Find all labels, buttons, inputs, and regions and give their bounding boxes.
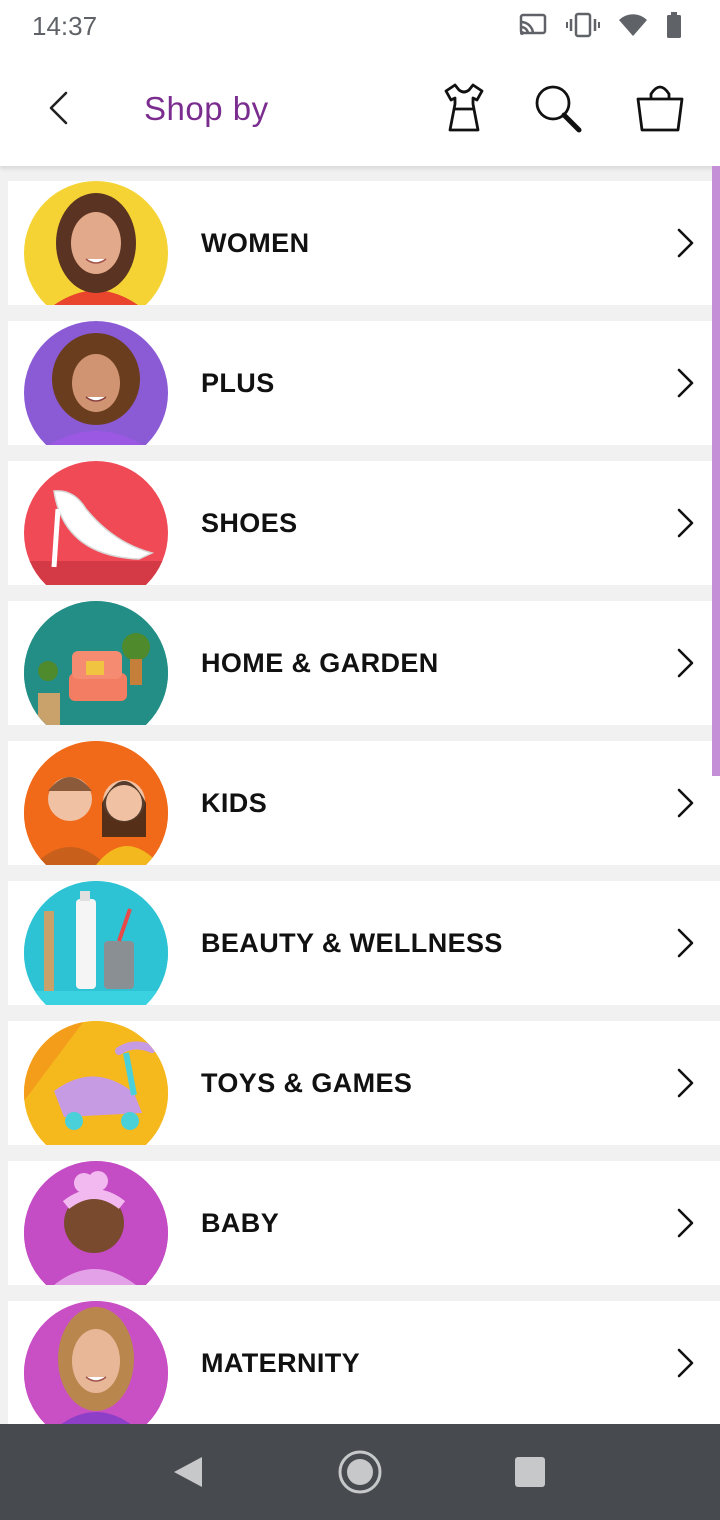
square-recents-icon xyxy=(515,1457,545,1487)
back-button[interactable] xyxy=(36,86,80,130)
category-label: SHOES xyxy=(201,508,298,538)
category-row[interactable]: HOME & GARDEN xyxy=(8,601,720,725)
category-label: TOYS & GAMES xyxy=(201,1068,413,1098)
bag-button[interactable] xyxy=(632,80,688,136)
plus-model-portrait-image xyxy=(24,321,168,445)
chevron-right-icon xyxy=(677,928,694,958)
category-row[interactable]: TOYS & GAMES xyxy=(8,1021,720,1145)
category-label: BABY xyxy=(201,1208,280,1238)
category-row[interactable]: PLUS xyxy=(8,321,720,445)
status-time: 14:37 xyxy=(32,11,98,41)
category-row[interactable]: BEAUTY & WELLNESS xyxy=(8,881,720,1005)
home-circle-icon xyxy=(338,1450,382,1494)
nav-home-button[interactable] xyxy=(336,1448,384,1496)
category-label: HOME & GARDEN xyxy=(201,648,439,678)
nav-recents-button[interactable] xyxy=(506,1448,554,1496)
battery-icon xyxy=(667,12,681,38)
category-row[interactable]: WOMEN xyxy=(8,181,720,305)
chevron-right-icon xyxy=(677,508,694,538)
page-title: Shop by xyxy=(144,90,269,127)
chevron-right-icon xyxy=(677,1068,694,1098)
chevron-right-icon xyxy=(677,228,694,258)
dress-button[interactable] xyxy=(436,80,492,136)
category-row[interactable]: MATERNITY xyxy=(8,1301,720,1424)
search-button[interactable] xyxy=(530,80,586,136)
woman-portrait-image xyxy=(24,181,168,305)
dress-icon xyxy=(444,83,484,132)
cast-icon xyxy=(519,13,547,35)
search-icon xyxy=(535,85,582,133)
app-bar: Shop by xyxy=(0,54,720,166)
vibrate-icon xyxy=(566,12,600,38)
chevron-right-icon xyxy=(677,788,694,818)
chevron-right-icon xyxy=(677,368,694,398)
category-label: WOMEN xyxy=(201,228,310,258)
baby-headband-image xyxy=(24,1161,168,1285)
nav-back-button[interactable] xyxy=(164,1448,212,1496)
maternity-model-image xyxy=(24,1301,168,1424)
chevron-right-icon xyxy=(677,1348,694,1378)
armchair-plants-image xyxy=(24,601,168,725)
category-label: KIDS xyxy=(201,788,268,818)
chevron-right-icon xyxy=(677,648,694,678)
category-label: MATERNITY xyxy=(201,1348,361,1378)
beauty-products-image xyxy=(24,881,168,1005)
status-icons xyxy=(518,12,682,38)
system-nav-bar xyxy=(0,1424,720,1520)
category-row[interactable]: SHOES xyxy=(8,461,720,585)
chevron-left-icon xyxy=(49,91,68,125)
status-bar: 14:37 xyxy=(0,0,720,54)
ride-on-toy-image xyxy=(24,1021,168,1145)
category-label: BEAUTY & WELLNESS xyxy=(201,928,503,958)
category-list[interactable]: WOMEN PLUS SHOES HOME & GARDEN KIDS BEAU… xyxy=(0,166,720,1424)
two-kids-image xyxy=(24,741,168,865)
category-label: PLUS xyxy=(201,368,275,398)
shopping-bag-icon xyxy=(636,85,684,132)
scrollbar[interactable] xyxy=(712,166,720,776)
triangle-back-icon xyxy=(174,1457,202,1487)
chevron-right-icon xyxy=(677,1208,694,1238)
white-heel-shoe-image xyxy=(24,461,168,585)
category-row[interactable]: KIDS xyxy=(8,741,720,865)
category-row[interactable]: BABY xyxy=(8,1161,720,1285)
wifi-icon xyxy=(619,14,647,37)
